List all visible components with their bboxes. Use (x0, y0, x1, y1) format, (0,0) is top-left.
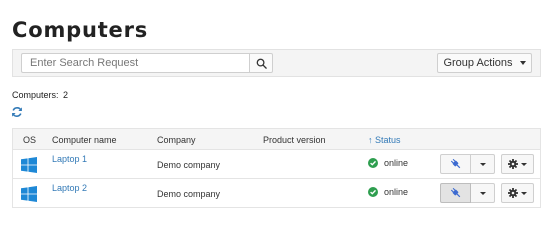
status-cell: online (368, 187, 408, 197)
windows-icon (21, 186, 37, 202)
company-cell: Demo company (157, 160, 221, 170)
computers-count-label: Computers: (12, 90, 59, 100)
table-row: Laptop 1 Demo company online (13, 150, 540, 179)
connect-button[interactable] (440, 154, 471, 174)
windows-icon (21, 157, 37, 173)
search-input[interactable] (21, 53, 249, 73)
refresh-icon[interactable] (11, 106, 23, 118)
row-actions (440, 154, 534, 174)
check-circle-icon (368, 158, 378, 168)
computers-count: Computers: 2 (12, 90, 68, 100)
column-header-company[interactable]: Company (157, 135, 196, 145)
chevron-down-icon (479, 191, 486, 195)
column-header-os[interactable]: OS (23, 135, 36, 145)
status-label: online (384, 187, 409, 197)
sort-ascending-icon: ↑ (368, 135, 373, 145)
check-circle-icon (368, 187, 378, 197)
computers-table: OS Computer name Company Product version… (12, 128, 541, 208)
table-row: Laptop 2 Demo company online (13, 179, 540, 208)
computers-count-value: 2 (63, 90, 69, 100)
group-actions-label: Group Actions (443, 57, 513, 69)
toolbar: Group Actions (12, 49, 541, 77)
row-actions (440, 183, 534, 203)
column-header-product-version[interactable]: Product version (263, 135, 326, 145)
status-cell: online (368, 158, 408, 168)
chevron-down-icon (519, 61, 526, 65)
plug-icon (450, 158, 460, 169)
column-header-status[interactable]: ↑ Status (368, 135, 401, 145)
status-label: online (384, 158, 409, 168)
settings-dropdown-button[interactable] (501, 183, 534, 203)
group-actions-button[interactable]: Group Actions (437, 53, 532, 73)
connect-options-dropdown[interactable] (471, 183, 495, 203)
column-header-status-label: Status (375, 135, 401, 145)
chevron-down-icon (521, 162, 527, 166)
chevron-down-icon (521, 191, 527, 195)
connect-options-dropdown[interactable] (471, 154, 495, 174)
search-icon (256, 58, 267, 69)
page-title: Computers (12, 18, 149, 42)
plug-icon (450, 187, 460, 198)
computer-name-link[interactable]: Laptop 2 (52, 183, 87, 193)
chevron-down-icon (479, 162, 486, 166)
gear-icon (508, 159, 518, 169)
column-header-computer-name[interactable]: Computer name (52, 135, 117, 145)
settings-dropdown-button[interactable] (501, 154, 534, 174)
search-button[interactable] (249, 53, 273, 73)
gear-icon (508, 188, 518, 198)
connect-button[interactable] (440, 183, 471, 203)
table-header: OS Computer name Company Product version… (13, 129, 540, 150)
computer-name-link[interactable]: Laptop 1 (52, 154, 87, 164)
company-cell: Demo company (157, 189, 221, 199)
